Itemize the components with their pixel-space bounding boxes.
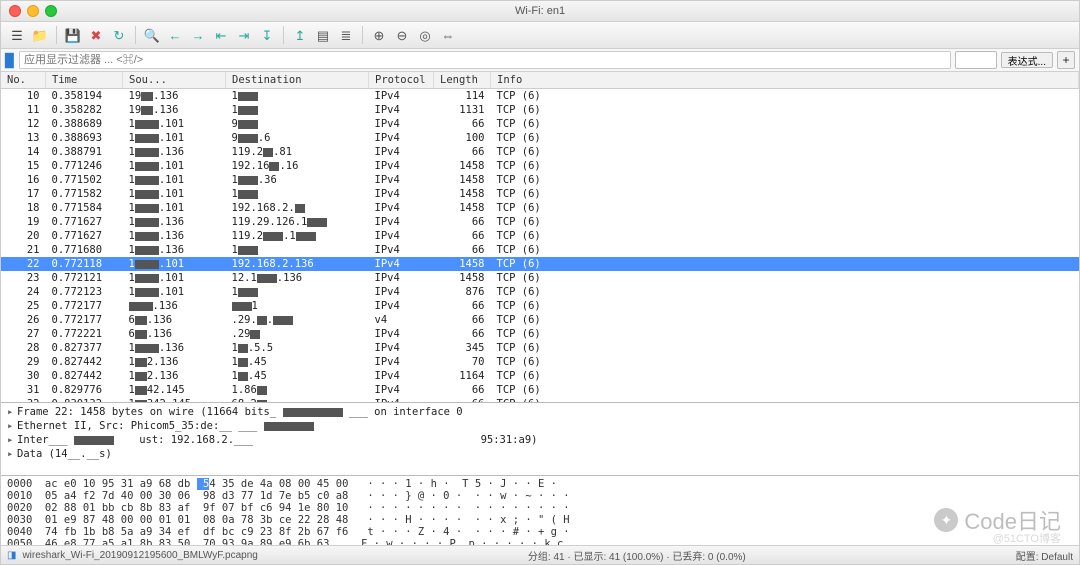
ready-icon: ◨	[7, 550, 16, 561]
hex-line[interactable]: 0000 ac e0 10 95 31 a9 68 db 54 35 de 4a…	[7, 478, 1073, 490]
col-no[interactable]: No.	[1, 72, 46, 89]
ethernet-summary[interactable]: ▸Ethernet II, Src: Phicom5_35:de:__ ___	[7, 419, 1073, 433]
hex-line[interactable]: 0050 46 e8 77 a5 a1 8b 83 50 70 93 9a 89…	[7, 538, 1073, 545]
hex-line[interactable]: 0030 01 e9 87 48 00 00 01 01 08 0a 78 3b…	[7, 514, 1073, 526]
table-row[interactable]: 160.7715021.1011.36IPv41458TCP (6)	[1, 173, 1079, 187]
main-toolbar: ☰📁 💾✖↻ 🔍←→⇤⇥↧ ↥▤≣ ⊕⊖◎⇔	[1, 22, 1079, 49]
table-row[interactable]: 290.82744212.1361.45IPv470TCP (6)	[1, 355, 1079, 369]
titlebar: Wi-Fi: en1	[1, 1, 1079, 22]
table-row[interactable]: 300.82744212.1361.45IPv41164TCP (6)	[1, 369, 1079, 383]
col-info[interactable]: Info	[491, 72, 1079, 89]
jump-start-icon[interactable]: ⇤	[211, 25, 231, 45]
save-icon[interactable]: 💾	[63, 25, 83, 45]
table-row[interactable]: 150.7712461.101192.16.16IPv41458TCP (6)	[1, 159, 1079, 173]
zoom-fit-icon[interactable]: ◎	[415, 25, 435, 45]
col-length[interactable]: Length	[434, 72, 491, 89]
jump-end-icon[interactable]: ⇥	[234, 25, 254, 45]
lines-icon[interactable]: ≣	[336, 25, 356, 45]
hex-line[interactable]: 0020 02 88 01 bb cb 8b 83 af 9f 07 bf c6…	[7, 502, 1073, 514]
table-row[interactable]: 250.772177.1361IPv466TCP (6)	[1, 299, 1079, 313]
table-row[interactable]: 140.3887911.136119.2.81IPv466TCP (6)	[1, 145, 1079, 159]
table-row[interactable]: 120.3886891.1019IPv466TCP (6)	[1, 117, 1079, 131]
table-row[interactable]: 190.7716271.136119.29.126.1IPv466TCP (6)	[1, 215, 1079, 229]
table-row[interactable]: 220.7721181.101192.168.2.136IPv41458TCP …	[1, 257, 1079, 271]
status-bar: ◨ wireshark_Wi-Fi_20190912195600_BMLWyF.…	[1, 545, 1079, 564]
col-destination[interactable]: Destination	[226, 72, 369, 89]
table-row[interactable]: 180.7715841.101192.168.2.IPv41458TCP (6)	[1, 201, 1079, 215]
table-row[interactable]: 100.35819419.1361IPv4114TCP (6)	[1, 89, 1079, 104]
window-title: Wi-Fi: en1	[1, 5, 1079, 17]
table-row[interactable]: 210.7716801.1361IPv466TCP (6)	[1, 243, 1079, 257]
packet-list-pane[interactable]: No.TimeSou...DestinationProtocolLengthIn…	[1, 72, 1079, 403]
packet-detail-pane[interactable]: ▸Frame 22: 1458 bytes on wire (11664 bit…	[1, 403, 1079, 476]
add-filter-button[interactable]: +	[1057, 51, 1075, 69]
zoom-out-icon[interactable]: ⊖	[392, 25, 412, 45]
table-row[interactable]: 240.7721231.1011IPv4876TCP (6)	[1, 285, 1079, 299]
filter-history-dropdown[interactable]	[955, 51, 997, 69]
packet-table[interactable]: No.TimeSou...DestinationProtocolLengthIn…	[1, 72, 1079, 403]
col-protocol[interactable]: Protocol	[369, 72, 434, 89]
folder-icon[interactable]: 📁	[30, 25, 50, 45]
display-filter-bar: ▉ 表达式... +	[1, 49, 1079, 72]
display-filter-input[interactable]	[19, 51, 951, 69]
data-summary[interactable]: ▸Data (14__.__s)	[7, 447, 1073, 461]
hex-line[interactable]: 0040 74 fb 1b b8 5a a9 34 ef df bc c9 23…	[7, 526, 1073, 538]
profile-label[interactable]: 配置: Default	[1016, 548, 1073, 563]
ip-summary[interactable]: ▸Inter___ ust: 192.168.2.___ 95:31:a9)	[7, 433, 1073, 447]
packet-counts: 分组: 41 · 已显示: 41 (100.0%) · 已丢弃: 0 (0.0%…	[528, 548, 746, 563]
down-icon[interactable]: ↧	[257, 25, 277, 45]
table-row[interactable]: 260.7721776.136.29..v466TCP (6)	[1, 313, 1079, 327]
list-icon[interactable]: ☰	[7, 25, 27, 45]
table-row[interactable]: 130.3886931.1019.6IPv4100TCP (6)	[1, 131, 1079, 145]
col-time[interactable]: Time	[46, 72, 123, 89]
columns-icon[interactable]: ▤	[313, 25, 333, 45]
arrow-left-icon[interactable]: ←	[165, 25, 185, 45]
zoom-in-icon[interactable]: ⊕	[369, 25, 389, 45]
expression-button[interactable]: 表达式...	[1001, 52, 1053, 68]
reload-icon[interactable]: ↻	[109, 25, 129, 45]
arrow-right-icon[interactable]: →	[188, 25, 208, 45]
packet-bytes-pane[interactable]: 0000 ac e0 10 95 31 a9 68 db 54 35 de 4a…	[1, 476, 1079, 545]
table-row[interactable]: 200.7716271.136119.2.1IPv466TCP (6)	[1, 229, 1079, 243]
close-icon[interactable]: ✖	[86, 25, 106, 45]
filter-bookmark-icon[interactable]: ▉	[5, 54, 15, 67]
up-icon[interactable]: ↥	[290, 25, 310, 45]
table-row[interactable]: 270.7722216.136.29IPv466TCP (6)	[1, 327, 1079, 341]
table-row[interactable]: 170.7715821.1011IPv41458TCP (6)	[1, 187, 1079, 201]
frame-summary[interactable]: ▸Frame 22: 1458 bytes on wire (11664 bit…	[7, 405, 1073, 419]
search-icon[interactable]: 🔍	[142, 25, 162, 45]
resize-icon[interactable]: ⇔	[438, 25, 458, 45]
hex-line[interactable]: 0010 05 a4 f2 7d 40 00 30 06 98 d3 77 1d…	[7, 490, 1073, 502]
capture-file-name: wireshark_Wi-Fi_20190912195600_BMLWyF.pc…	[22, 550, 257, 561]
table-row[interactable]: 280.8273771.1361.5.5IPv4345TCP (6)	[1, 341, 1079, 355]
table-row[interactable]: 110.35828219.1361IPv41131TCP (6)	[1, 103, 1079, 117]
table-row[interactable]: 310.829776142.1451.86IPv466TCP (6)	[1, 383, 1079, 397]
table-row[interactable]: 230.7721211.10112.1.136IPv41458TCP (6)	[1, 271, 1079, 285]
col-sou[interactable]: Sou...	[123, 72, 226, 89]
